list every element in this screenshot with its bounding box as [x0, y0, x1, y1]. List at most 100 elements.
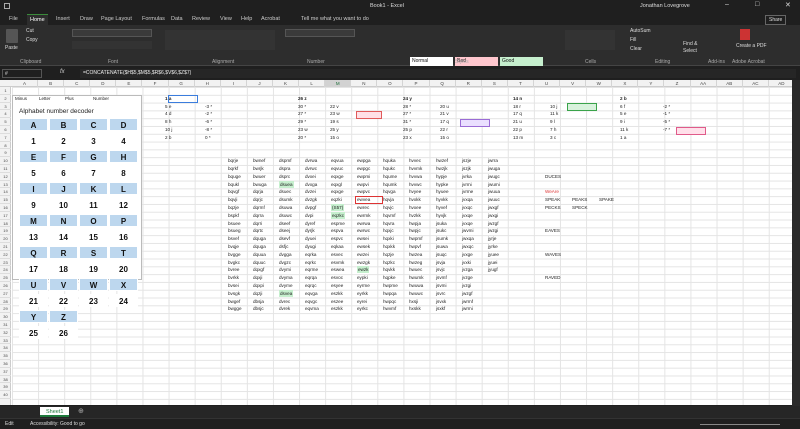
word-cell[interactable]: dqrmf: [253, 204, 265, 211]
word-cell[interactable]: hwpvf: [409, 243, 421, 250]
word-cell[interactable]: dvzei: [305, 188, 316, 195]
word-cell[interactable]: hwuec: [409, 266, 422, 273]
word-cell[interactable]: hyvkk: [436, 196, 448, 203]
word-cell[interactable]: jsuqc: [436, 251, 447, 258]
column-header-Z[interactable]: Z: [665, 80, 691, 87]
top-grid-cell[interactable]: 27 *: [298, 110, 306, 117]
column-header-U[interactable]: U: [534, 80, 561, 87]
row-header-10[interactable]: 10: [0, 157, 11, 165]
word-cell[interactable]: hqxki: [383, 235, 394, 242]
top-grid-cell[interactable]: 25 p: [403, 126, 412, 133]
top-grid-cell[interactable]: 22 p: [513, 126, 522, 133]
column-header-AD[interactable]: AD: [769, 80, 792, 87]
word-cell[interactable]: hvzkk: [409, 212, 421, 219]
word-cell[interactable]: jvxqe: [462, 220, 473, 227]
word-cell[interactable]: jwuua: [488, 188, 500, 195]
top-grid-cell[interactable]: 2 b: [165, 134, 171, 141]
word-cell[interactable]: hwuwa: [409, 282, 423, 289]
word-cell[interactable]: bwgge: [228, 305, 242, 312]
cells-controls[interactable]: [565, 30, 615, 50]
word-cell[interactable]: hwumk: [409, 274, 424, 281]
word-cell[interactable]: espva: [331, 227, 343, 234]
top-grid-cell[interactable]: 7 h: [550, 126, 556, 133]
word-cell[interactable]: eszkk: [331, 305, 343, 312]
word-cell[interactable]: dquga: [253, 235, 266, 242]
row-header-34[interactable]: 34: [0, 344, 11, 353]
word-cell[interactable]: hqvja: [383, 196, 394, 203]
word-cell[interactable]: eqvgc: [305, 298, 317, 305]
fx-icon[interactable]: fx: [60, 69, 65, 75]
top-grid-cell[interactable]: -1 *: [663, 110, 670, 117]
side-word[interactable]: PEAKS: [572, 196, 587, 203]
word-cell[interactable]: ewpgc: [357, 165, 370, 172]
word-cell[interactable]: espme: [331, 220, 345, 227]
word-cell[interactable]: eqvua: [331, 157, 344, 164]
word-cell[interactable]: dsuwa: [279, 204, 292, 211]
alignment-controls[interactable]: [165, 30, 275, 50]
word-cell[interactable]: hqzje: [383, 251, 394, 258]
word-cell[interactable]: hqpke: [383, 274, 396, 281]
word-cell[interactable]: jvzga: [462, 266, 473, 273]
top-grid-cell[interactable]: -5 *: [663, 118, 670, 125]
word-cell[interactable]: dyrjk: [305, 227, 315, 234]
side-word[interactable]: DUCES: [545, 173, 561, 180]
row-header-21[interactable]: 21: [0, 243, 11, 251]
top-grid-cell[interactable]: 18 r: [513, 103, 521, 110]
word-cell[interactable]: hqvkk: [383, 266, 395, 273]
word-cell[interactable]: hvxee: [409, 204, 421, 211]
top-grid-cell[interactable]: 5 e: [620, 110, 626, 117]
word-cell[interactable]: bvsgk: [228, 290, 240, 297]
word-cell[interactable]: jszjk: [462, 165, 471, 172]
word-cell[interactable]: ewrmk: [357, 212, 371, 219]
number-format-select[interactable]: [285, 29, 355, 37]
side-word[interactable]: EAVES: [545, 227, 560, 234]
top-grid-cell[interactable]: 17 q: [440, 118, 449, 125]
word-cell[interactable]: bqvji: [228, 196, 237, 203]
top-grid-cell[interactable]: 20 *: [298, 134, 306, 141]
word-cell[interactable]: hwpqa: [383, 290, 397, 297]
word-cell[interactable]: jvzgi: [462, 282, 471, 289]
word-cell[interactable]: ewsek: [357, 243, 370, 250]
top-grid-cell[interactable]: 14 n: [513, 95, 522, 102]
column-header-R[interactable]: R: [456, 80, 482, 87]
word-cell[interactable]: hwpjc: [409, 227, 421, 234]
top-grid-cell[interactable]: 1 a: [620, 134, 626, 141]
word-cell[interactable]: dvyma: [279, 274, 293, 281]
word-cell[interactable]: eqxge: [331, 188, 344, 195]
word-cell[interactable]: jvxqc: [462, 204, 472, 211]
column-header-K[interactable]: K: [273, 80, 300, 87]
tab-view[interactable]: View: [217, 14, 235, 25]
word-cell[interactable]: dvzgk: [305, 196, 317, 203]
word-cell[interactable]: dyugi: [305, 243, 316, 250]
word-cell[interactable]: eqzkc: [331, 211, 346, 219]
word-cell[interactable]: bwuer: [253, 173, 266, 180]
word-cell[interactable]: hwpqc: [383, 298, 396, 305]
word-cell[interactable]: hyvjk: [436, 212, 446, 219]
word-cell[interactable]: hwzea: [409, 251, 422, 258]
row-header-27[interactable]: 27: [0, 290, 11, 298]
word-cell[interactable]: eyrkc: [357, 305, 368, 312]
word-cell[interactable]: jwxqc: [462, 243, 474, 250]
word-cell[interactable]: hqxkk: [383, 243, 395, 250]
word-cell[interactable]: ewpvi: [357, 181, 369, 188]
top-grid-cell[interactable]: 10 j: [550, 103, 557, 110]
word-cell[interactable]: jsvmf: [436, 274, 447, 281]
word-cell[interactable]: ewzgk: [357, 259, 370, 266]
side-word[interactable]: SPECK: [572, 204, 588, 211]
word-cell[interactable]: bvree: [228, 266, 240, 273]
word-cell[interactable]: jvxqa: [462, 196, 473, 203]
word-cell[interactable]: dqrjc: [253, 196, 263, 203]
top-grid-cell[interactable]: 25 y: [330, 126, 339, 133]
word-cell[interactable]: hvvmk: [409, 165, 422, 172]
row-header-16[interactable]: 16: [0, 204, 11, 212]
font-format-controls[interactable]: [72, 41, 152, 49]
word-cell[interactable]: hxskk: [409, 305, 421, 312]
row-header-13[interactable]: 13: [0, 181, 11, 189]
cell-style-0[interactable]: Normal: [410, 57, 453, 66]
cut-button[interactable]: Cut: [26, 28, 34, 34]
word-cell[interactable]: jsvmi: [436, 282, 446, 289]
word-cell[interactable]: ewzk: [357, 266, 370, 274]
word-cell[interactable]: eqvga: [305, 290, 318, 297]
row-header-6[interactable]: 6: [0, 126, 11, 134]
top-grid-cell[interactable]: 22 v: [330, 103, 339, 110]
